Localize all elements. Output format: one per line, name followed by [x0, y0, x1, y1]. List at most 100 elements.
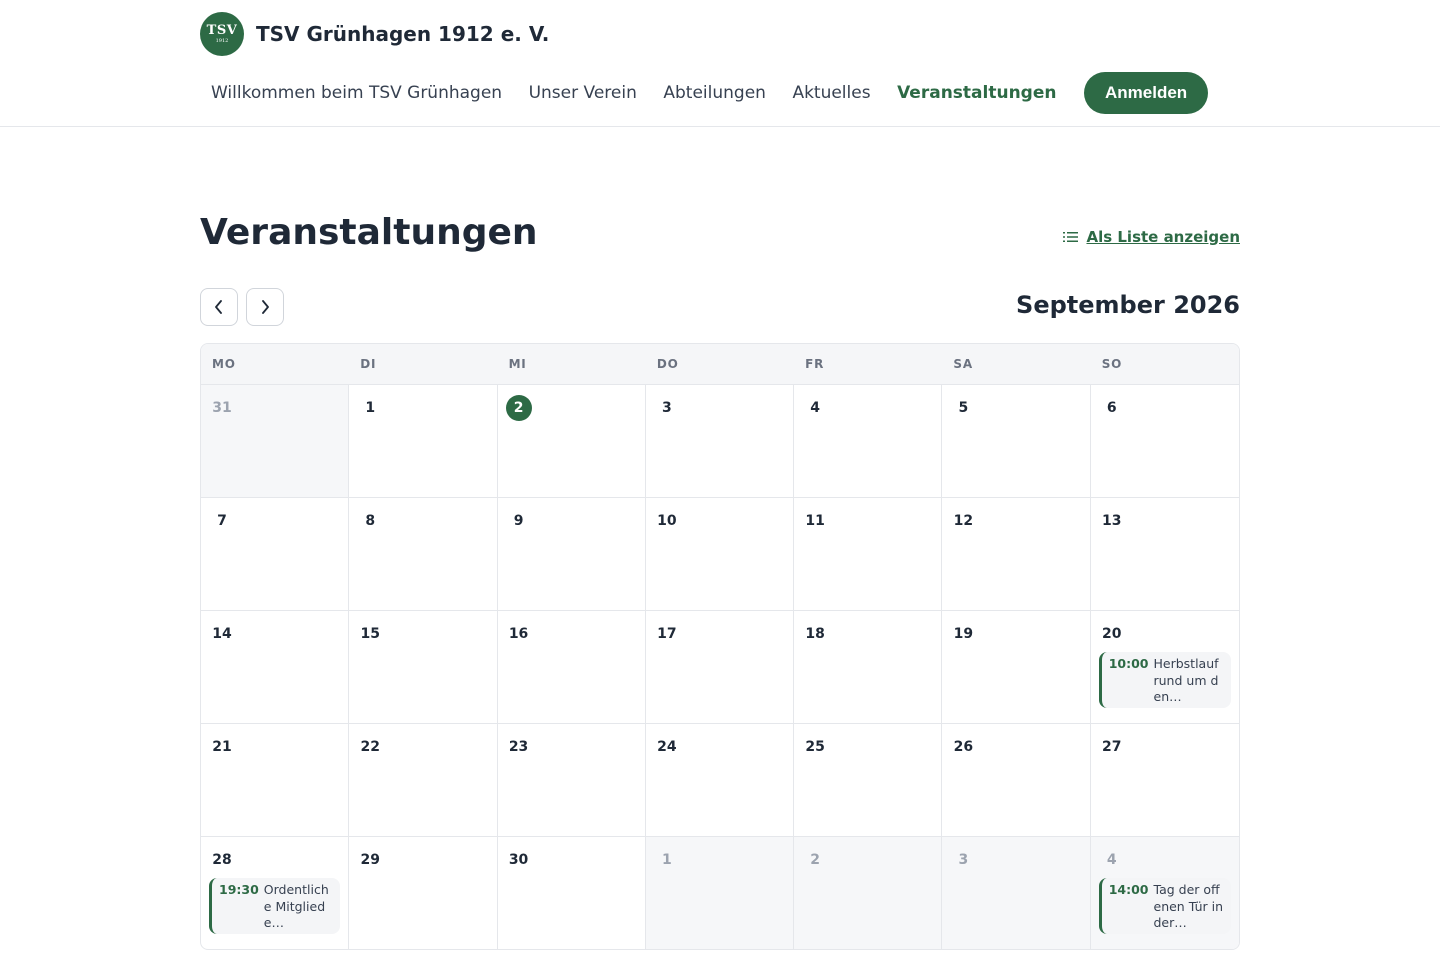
day-cell[interactable]: 3: [942, 837, 1091, 949]
brand[interactable]: TSV 1912 TSV Grünhagen 1912 e. V.: [200, 12, 549, 56]
day-cell[interactable]: 31: [201, 385, 350, 498]
day-cell[interactable]: 18: [794, 611, 943, 724]
login-button[interactable]: Anmelden: [1083, 72, 1209, 114]
nav-item-abteilungen[interactable]: Abteilungen: [652, 83, 777, 103]
day-number: 1: [661, 852, 672, 868]
calendar-event[interactable]: 19:30 Ordentliche Mitgliede…: [209, 878, 341, 934]
day-cell[interactable]: 17: [645, 611, 795, 724]
day-cell[interactable]: 5: [942, 385, 1091, 498]
day-number: 23: [508, 739, 529, 755]
main-nav: Willkommen beim TSV Grünhagen Unser Verei…: [200, 72, 1209, 114]
chevron-left-icon: [215, 300, 222, 314]
weekday-label: FR: [805, 357, 825, 371]
month-pager: [200, 288, 284, 326]
calendar-grid: 31 1 2 3 4 5 6 7 8 9 10 11 12 13 14 15 16 17 18 19 20 10:00 He…: [201, 385, 1239, 949]
day-cell[interactable]: 27: [1090, 724, 1239, 837]
month-calendar: MO DI MI DO FR SA SO 31 1 2 3 4 5 6 7 8 9 10 11 12 13 14 15 16…: [200, 343, 1240, 950]
day-cell[interactable]: 7: [201, 498, 350, 611]
day-cell[interactable]: 21: [201, 724, 350, 837]
list-icon: [1063, 232, 1079, 242]
day-cell[interactable]: 30: [498, 837, 646, 949]
day-number: 30: [508, 852, 529, 868]
site-header: TSV 1912 TSV Grünhagen 1912 e. V. Willko…: [0, 0, 1440, 127]
day-number: 3: [958, 852, 969, 868]
day-cell[interactable]: 15: [349, 611, 498, 724]
day-cell[interactable]: 1: [645, 837, 795, 949]
next-month-button[interactable]: [246, 288, 284, 326]
day-cell[interactable]: 8: [349, 498, 498, 611]
weekday-label: SA: [953, 357, 973, 371]
day-number: 4: [810, 400, 821, 416]
day-cell[interactable]: 1: [349, 385, 498, 498]
event-time: 19:30: [219, 882, 259, 897]
day-cell[interactable]: 4 14:00 Tag der offenen Tür in der…: [1090, 837, 1239, 949]
day-cell[interactable]: 24: [645, 724, 795, 837]
event-time: 10:00: [1108, 656, 1149, 671]
day-number: 21: [212, 739, 232, 755]
day-cell[interactable]: 29: [349, 837, 498, 949]
club-logo: TSV 1912: [200, 12, 244, 56]
day-cell[interactable]: 22: [349, 724, 498, 837]
day-cell[interactable]: 11: [794, 498, 943, 611]
day-cell[interactable]: 28 19:30 Ordentliche Mitgliede…: [201, 837, 350, 949]
day-number: 28: [212, 852, 232, 868]
day-number: 1: [365, 400, 376, 416]
day-number: 18: [805, 626, 825, 642]
day-number: 22: [360, 739, 381, 755]
calendar-event[interactable]: 10:00 Herbstlauf rund um den…: [1098, 652, 1231, 708]
day-number: 2: [810, 852, 821, 868]
day-number: 5: [958, 400, 969, 416]
day-number: 24: [657, 739, 677, 755]
weekday-label: MO: [212, 357, 236, 371]
day-number: 16: [508, 626, 529, 642]
weekday-label: SO: [1101, 357, 1123, 371]
day-cell[interactable]: 26: [942, 724, 1091, 837]
day-number: 8: [365, 513, 376, 529]
day-cell[interactable]: 14: [201, 611, 350, 724]
weekday-header: MO DI MI DO FR SA SO: [201, 344, 1239, 385]
show-as-list-link[interactable]: Als Liste anzeigen: [1063, 228, 1240, 246]
nav-item-veranstaltungen[interactable]: Veranstaltungen: [886, 83, 1067, 103]
day-cell[interactable]: 12: [942, 498, 1091, 611]
day-cell[interactable]: 9: [497, 498, 646, 611]
nav-item-aktuelles[interactable]: Aktuelles: [781, 83, 881, 103]
day-cell[interactable]: 25: [794, 724, 943, 837]
event-title: Herbstlauf rund um den…: [1153, 656, 1219, 704]
weekday-label: DO: [656, 357, 679, 371]
day-number: 7: [217, 513, 227, 529]
day-cell[interactable]: 6: [1090, 385, 1239, 498]
day-cell[interactable]: 20 10:00 Herbstlauf rund um den…: [1090, 611, 1239, 724]
day-cell[interactable]: 16: [497, 611, 646, 724]
event-title: Tag der offenen Tür in der…: [1153, 882, 1224, 930]
day-number: 6: [1106, 400, 1117, 416]
event-title: Ordentliche Mitgliede…: [263, 882, 329, 930]
day-cell[interactable]: 13: [1090, 498, 1239, 611]
day-cell[interactable]: 10: [645, 498, 795, 611]
day-number: 15: [360, 626, 381, 642]
day-number: 29: [360, 852, 381, 868]
day-number: 31: [212, 400, 232, 416]
day-number: 13: [1101, 513, 1122, 529]
day-number: 20: [1101, 626, 1122, 642]
show-as-list-label: Als Liste anzeigen: [1086, 228, 1240, 246]
day-number: 17: [657, 626, 677, 642]
day-cell[interactable]: 3: [645, 385, 795, 498]
calendar-event[interactable]: 14:00 Tag der offenen Tür in der…: [1098, 878, 1231, 934]
logo-year: 1912: [215, 38, 229, 44]
day-cell[interactable]: 19: [942, 611, 1091, 724]
day-number: 27: [1101, 739, 1122, 755]
day-cell[interactable]: 2: [794, 837, 943, 949]
day-number: 11: [805, 513, 825, 529]
day-cell[interactable]: 4: [794, 385, 943, 498]
day-number: 10: [657, 513, 677, 529]
weekday-label: DI: [360, 357, 377, 371]
nav-item-willkommen-beim-tsv-grünhagen[interactable]: Willkommen beim TSV Grünhagen: [200, 83, 513, 103]
day-number: 14: [212, 626, 232, 642]
day-cell[interactable]: 23: [497, 724, 646, 837]
page-title: Veranstaltungen: [200, 212, 538, 253]
previous-month-button[interactable]: [200, 288, 238, 326]
day-cell[interactable]: 2: [497, 385, 646, 498]
weekday-label: MI: [508, 357, 527, 371]
nav-item-unser-verein[interactable]: Unser Verein: [518, 83, 648, 103]
day-number: 3: [661, 400, 672, 416]
